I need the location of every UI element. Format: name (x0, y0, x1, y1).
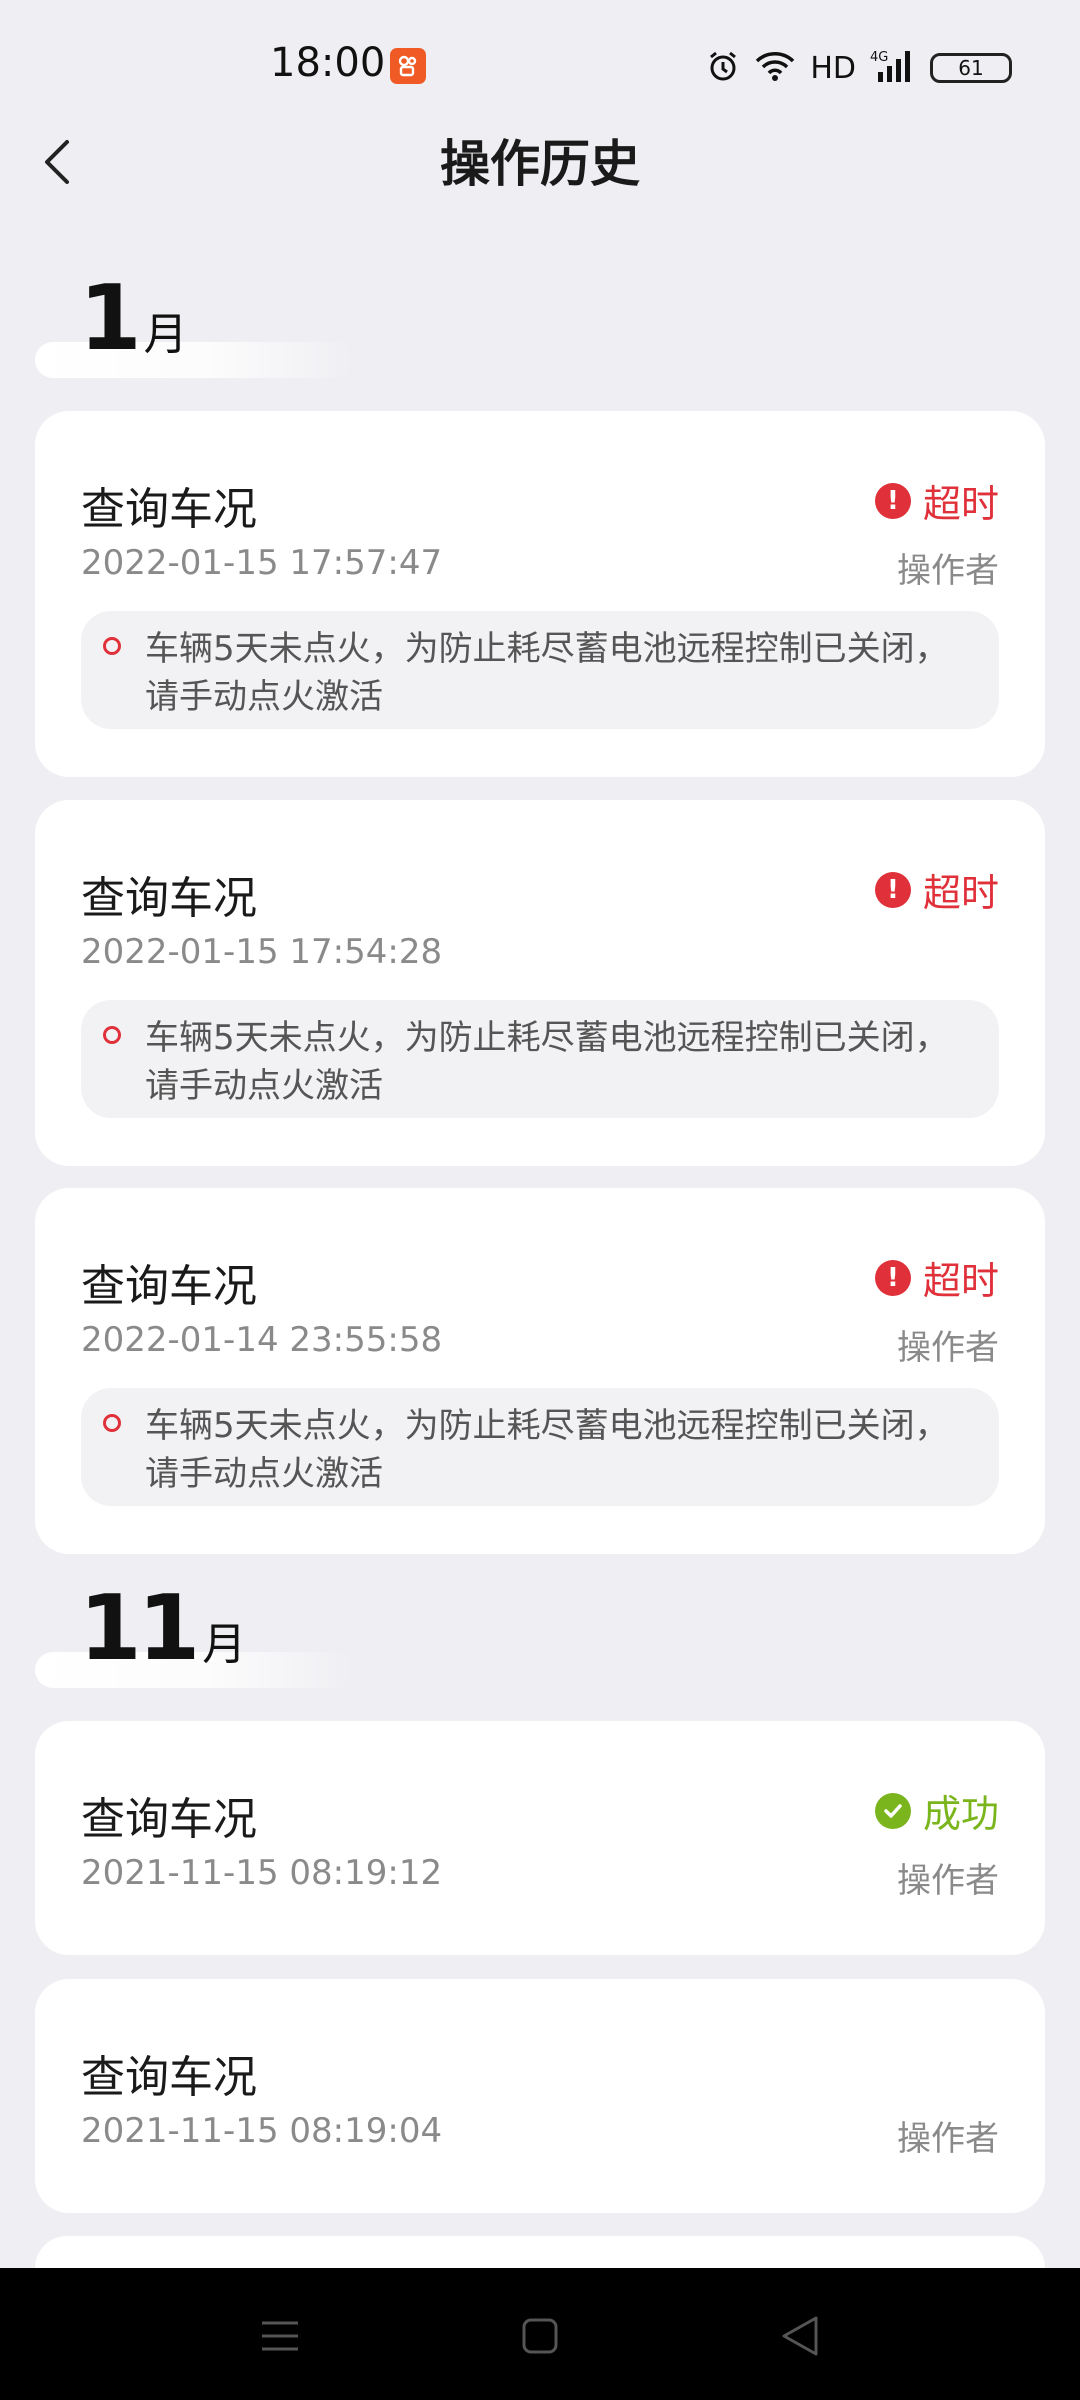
back-triangle-icon (782, 2316, 818, 2356)
home-square-icon (522, 2318, 558, 2354)
status-bar: 18:00 HD 4G 61 (0, 0, 1080, 135)
month-header: 11 月 (35, 1568, 355, 1688)
record-operator: 操作者 (897, 551, 999, 591)
kuaishou-icon (390, 48, 426, 84)
home-button[interactable] (510, 2308, 570, 2364)
month-number: 11 月 (79, 1576, 247, 1681)
alarm-icon (706, 49, 740, 87)
record-message: 车辆5天未点火，为防止耗尽蓄电池远程控制已关闭，请手动点火激活 (81, 611, 999, 729)
check-icon (874, 1792, 911, 1829)
battery-level: 61 (958, 56, 984, 80)
history-card[interactable]: 查询车况 2022-01-15 17:57:47 ! 超时 操作者 车辆5天未点… (35, 411, 1045, 777)
back-nav-button[interactable] (770, 2308, 830, 2364)
record-title: 查询车况 (81, 1261, 257, 1312)
record-operator: 操作者 (897, 2119, 999, 2159)
menu-button[interactable] (250, 2308, 310, 2364)
system-nav-bar (0, 2268, 1080, 2400)
record-time: 2022-01-15 17:54:28 (81, 932, 443, 972)
status-time: 18:00 (270, 40, 386, 86)
record-time: 2022-01-15 17:57:47 (81, 543, 443, 583)
record-message-text: 车辆5天未点火，为防止耗尽蓄电池远程控制已关闭，请手动点火激活 (145, 1018, 949, 1106)
status-icons: HD 4G 61 (706, 44, 1012, 92)
status-text: 超时 (922, 1259, 999, 1303)
month-unit: 月 (143, 309, 188, 360)
history-card[interactable]: 查询车况 2021-11-15 08:19:12 成功 操作者 (35, 1721, 1045, 1955)
record-message-text: 车辆5天未点火，为防止耗尽蓄电池远程控制已关闭，请手动点火激活 (145, 629, 949, 717)
exclamation-icon: ! (874, 482, 911, 519)
history-card-partial[interactable] (35, 2236, 1045, 2268)
exclamation-icon: ! (874, 1259, 911, 1296)
warning-ring-icon (103, 1414, 121, 1432)
wifi-icon (754, 50, 796, 86)
record-time: 2021-11-15 08:19:04 (81, 2111, 443, 2151)
record-title: 查询车况 (81, 873, 257, 924)
menu-icon (262, 2321, 298, 2351)
history-card[interactable]: 查询车况 2021-11-15 08:19:04 操作者 (35, 1979, 1045, 2213)
status-badge: ! 超时 (874, 862, 999, 917)
warning-ring-icon (103, 637, 121, 655)
battery-icon: 61 (930, 53, 1012, 83)
month-unit: 月 (202, 1619, 247, 1670)
record-operator: 操作者 (897, 1328, 999, 1368)
history-card[interactable]: 查询车况 2022-01-15 17:54:28 ! 超时 车辆5天未点火，为防… (35, 800, 1045, 1166)
status-text: 超时 (922, 482, 999, 526)
record-title: 查询车况 (81, 484, 257, 535)
exclamation-icon: ! (874, 871, 911, 908)
status-text: 成功 (922, 1792, 999, 1836)
record-title: 查询车况 (81, 1794, 257, 1845)
history-card[interactable]: 查询车况 2022-01-14 23:55:58 ! 超时 操作者 车辆5天未点… (35, 1188, 1045, 1554)
warning-ring-icon (103, 1026, 121, 1044)
record-operator: 操作者 (897, 1861, 999, 1901)
record-message-text: 车辆5天未点火，为防止耗尽蓄电池远程控制已关闭，请手动点火激活 (145, 1406, 949, 1494)
status-badge: ! 超时 (874, 473, 999, 528)
month-header: 1月 (35, 258, 355, 378)
record-title: 查询车况 (81, 2052, 257, 2103)
page-title: 操作历史 (440, 135, 640, 193)
record-message: 车辆5天未点火，为防止耗尽蓄电池远程控制已关闭，请手动点火激活 (81, 1388, 999, 1506)
status-text: 超时 (922, 871, 999, 915)
record-time: 2021-11-15 08:19:12 (81, 1853, 443, 1893)
svg-text:4G: 4G (870, 50, 888, 65)
status-badge: 成功 (874, 1783, 999, 1838)
hd-indicator: HD (810, 50, 856, 86)
month-number: 1月 (79, 266, 188, 371)
record-time: 2022-01-14 23:55:58 (81, 1320, 443, 1360)
signal-icon: 4G (870, 48, 916, 88)
record-message: 车辆5天未点火，为防止耗尽蓄电池远程控制已关闭，请手动点火激活 (81, 1000, 999, 1118)
status-badge: ! 超时 (874, 1250, 999, 1305)
